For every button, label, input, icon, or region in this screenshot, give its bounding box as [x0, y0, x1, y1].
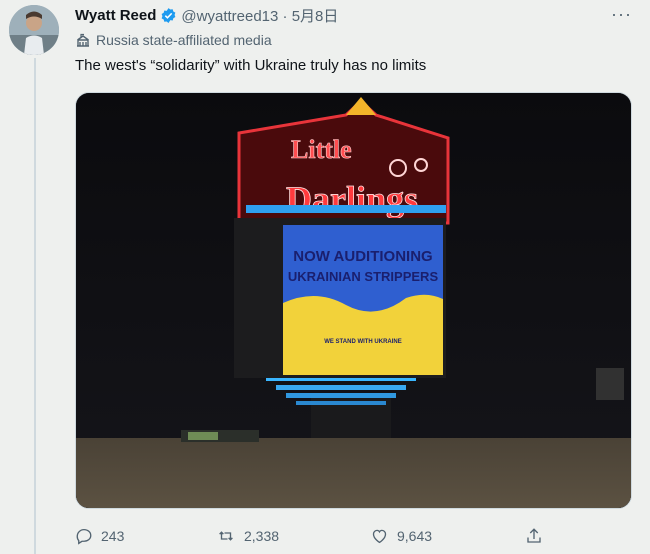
verified-badge-icon [160, 7, 177, 24]
reply-button[interactable]: 243 [75, 524, 124, 548]
tweet-text: The west's “solidarity” with Ukraine tru… [75, 57, 427, 74]
like-button[interactable]: 9,643 [370, 524, 432, 548]
building-icon [77, 33, 89, 47]
state-media-label-text: Russia state-affiliated media [96, 32, 272, 48]
retweet-count: 2,338 [244, 528, 280, 544]
sign-top-text: Little [291, 135, 352, 164]
share-icon [527, 528, 541, 543]
state-media-label[interactable]: Russia state-affiliated media [75, 32, 272, 48]
more-icon[interactable]: ··· [611, 4, 632, 25]
board-line-2: UKRAINIAN STRIPPERS [288, 269, 439, 284]
avatar[interactable] [9, 5, 59, 55]
tweet-photo[interactable]: Little Darlings NOW AUDITIONING UKRAINIA… [75, 92, 632, 509]
like-icon [372, 529, 387, 544]
tweet-actions: 243 2,338 9,643 [75, 524, 545, 548]
like-count: 9,643 [397, 528, 433, 544]
board-small-text: WE STAND WITH UKRAINE [324, 339, 402, 345]
share-button[interactable] [525, 524, 551, 548]
board-line-1: NOW AUDITIONING [293, 248, 432, 265]
tweet-header: Wyatt Reed @wyattreed13 · 5月8日 [75, 5, 338, 25]
led-board: NOW AUDITIONING UKRAINIAN STRIPPERS WE S… [283, 225, 443, 375]
retweet-icon [219, 531, 233, 541]
author-handle-date[interactable]: @wyattreed13 · 5月8日 [181, 5, 338, 26]
retweet-button[interactable]: 2,338 [216, 524, 279, 548]
reply-count: 243 [101, 528, 125, 544]
reply-icon [76, 528, 92, 545]
author-name[interactable]: Wyatt Reed [75, 7, 156, 24]
thread-line [34, 58, 36, 554]
